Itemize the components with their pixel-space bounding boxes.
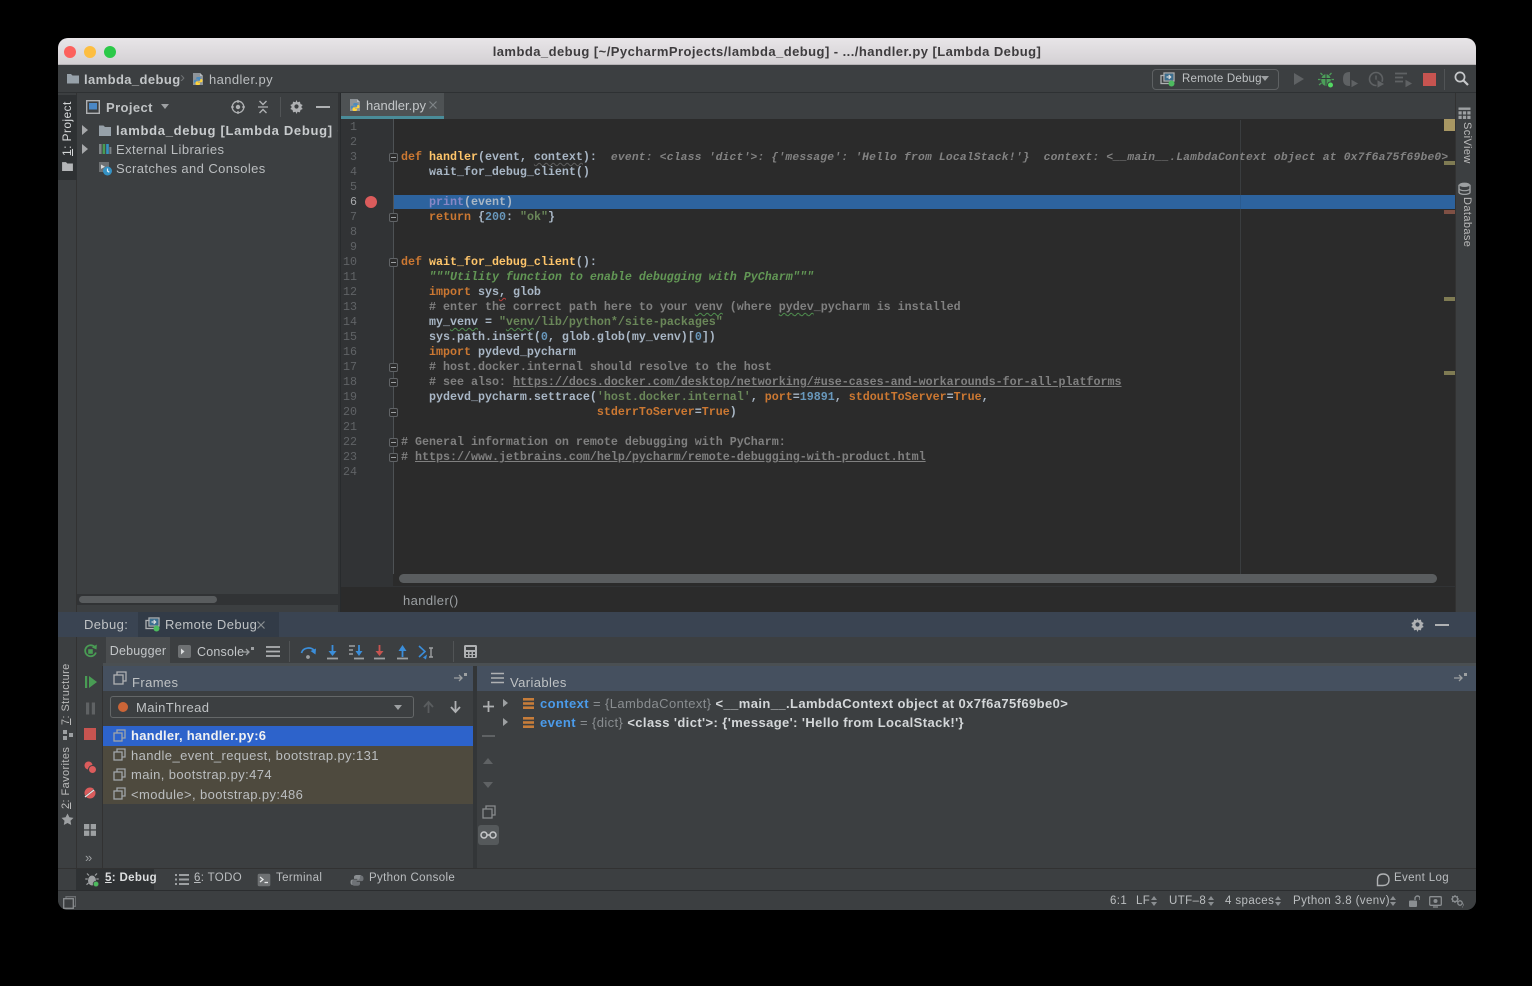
svg-text:?: ? xyxy=(1461,904,1464,908)
